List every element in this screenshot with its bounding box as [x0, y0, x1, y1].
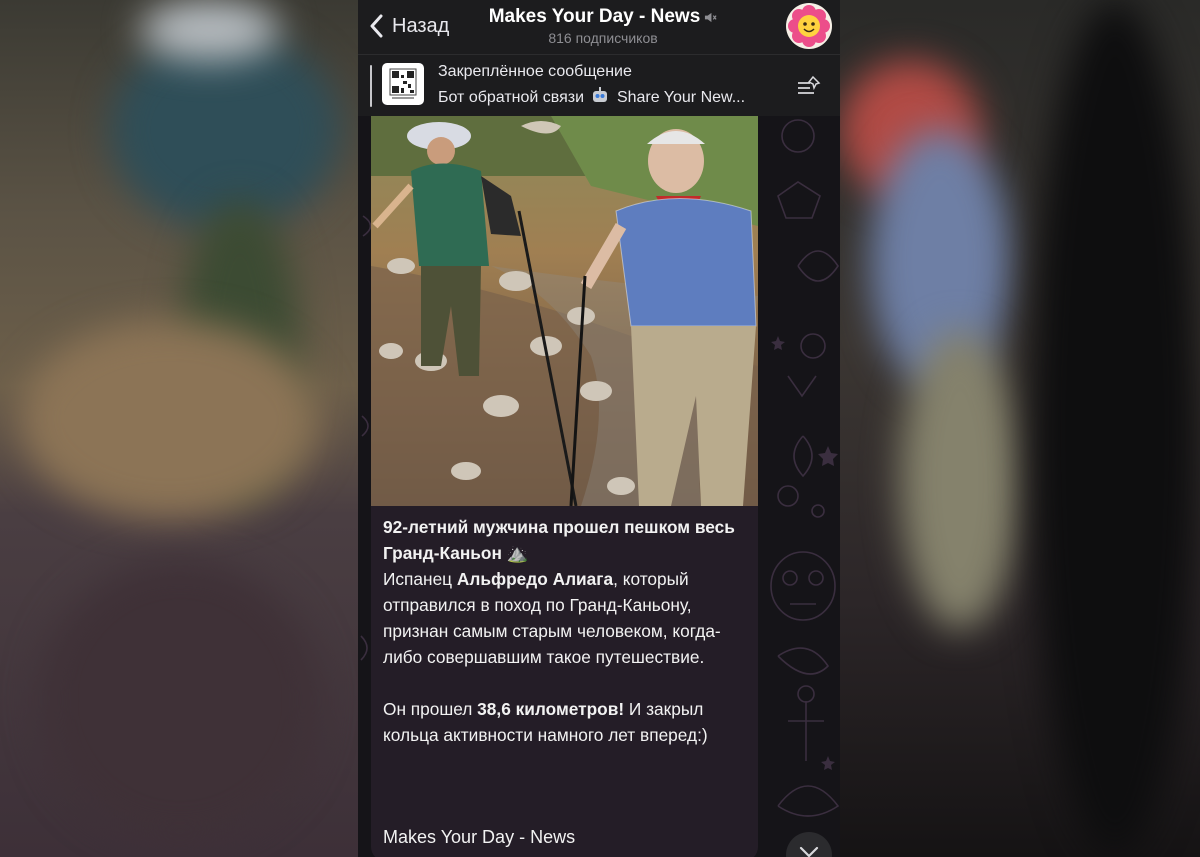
muted-icon	[705, 12, 717, 22]
blurred-backdrop-right	[840, 0, 1200, 857]
pinned-text-start: Бот обратной связи	[438, 89, 585, 106]
post-paragraph-1: Испанец Альфредо Алиага, который отправи…	[383, 566, 753, 670]
channel-avatar[interactable]	[786, 3, 832, 49]
post-paragraph-2: Он прошел 38,6 километров! И закрыл коль…	[383, 696, 753, 748]
chat-header: Назад Makes Your Day - News 816 подписчи…	[358, 0, 840, 54]
channel-title-area[interactable]: Makes Your Day - News 816 подписчиков	[468, 6, 738, 46]
pinned-text: Бот обратной связи Share Your New...	[438, 86, 745, 107]
pinned-thumbnail	[382, 63, 424, 105]
mountain-emoji-icon: ⛰️	[506, 543, 529, 563]
pinned-text-end: Share Your New...	[616, 89, 746, 106]
telegram-channel-screen: Назад Makes Your Day - News 816 подписчи…	[358, 0, 840, 857]
channel-title-row: Makes Your Day - News	[489, 6, 718, 28]
subscriber-count: 816 подписчиков	[548, 30, 658, 46]
pinned-title: Закреплённое сообщение	[438, 63, 632, 80]
post-channel-signature[interactable]: Makes Your Day - News	[383, 827, 575, 848]
p1-bold-name: Альфредо Алиага	[456, 569, 614, 589]
chevron-down-icon	[799, 846, 819, 857]
channel-title: Makes Your Day - News	[488, 6, 701, 27]
post-caption: 92-летний мужчина прошел пешком весь Гра…	[383, 514, 753, 748]
p1-start: Испанец	[383, 569, 453, 589]
robot-icon	[593, 87, 608, 102]
pinned-list-icon[interactable]	[796, 75, 822, 97]
post-headline-row: 92-летний мужчина прошел пешком весь Гра…	[383, 514, 753, 566]
post-headline: 92-летний мужчина прошел пешком весь Гра…	[383, 517, 735, 563]
pinned-indicator	[370, 65, 372, 107]
qr-code-icon	[389, 68, 417, 99]
p2-bold-distance: 38,6 километров!	[477, 699, 625, 719]
p2-start: Он прошел	[383, 699, 473, 719]
post-photo[interactable]	[371, 116, 758, 506]
pinned-message-bar[interactable]: Закреплённое сообщение Бот обратной связ…	[358, 54, 840, 116]
back-button[interactable]: Назад	[366, 12, 449, 40]
channel-post[interactable]: 92-летний мужчина прошел пешком весь Гра…	[371, 116, 758, 857]
chevron-left-icon	[370, 14, 383, 38]
flower-avatar-icon	[788, 5, 830, 47]
blurred-backdrop-left	[0, 0, 358, 857]
back-label: Назад	[392, 14, 450, 37]
